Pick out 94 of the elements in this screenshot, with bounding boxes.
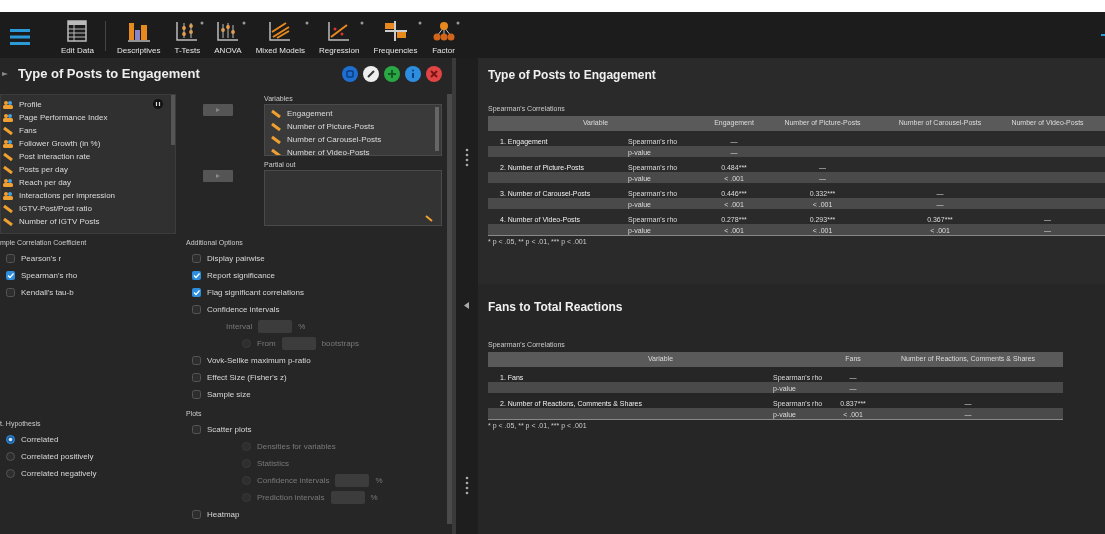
people-icon [3,113,13,122]
variable-item[interactable]: Engagement [271,107,441,120]
option-label: Correlated [21,433,59,446]
toolbar-button[interactable]: Factor [424,20,463,55]
drag-handle-icon[interactable] [465,476,469,495]
variable-item[interactable]: Number of Carousel-Posts [271,133,441,146]
option-label: Confidence intervals [257,474,330,487]
scrollbar[interactable] [435,107,439,151]
unit-label: % [370,491,378,504]
checkbox[interactable] [192,356,201,365]
option-label: Densities for variables [257,440,336,453]
line-chart-icon [268,20,293,42]
variable-item[interactable]: Number of Video-Posts [271,146,441,155]
variable-item[interactable]: Post interaction rate [3,150,175,163]
dash-icon [1101,34,1105,36]
option-label: Statistics [257,457,289,470]
variable-item[interactable]: IGTV-Post/Post ratio [3,202,175,215]
checked-checkbox[interactable] [192,271,201,280]
unit-label: bootstraps [321,337,360,350]
drag-handle-icon[interactable] [465,148,469,167]
people-icon [3,178,13,187]
checkbox[interactable] [192,254,201,263]
toolbar-button[interactable]: T-Tests [167,20,208,55]
variable-item[interactable]: Posts per day [3,163,175,176]
results-title: Fans to Total Reactions [488,299,624,316]
variable-item[interactable]: Follower Growth (in %) [3,137,175,150]
dot-plot-icon [175,20,200,42]
edit-icon[interactable] [363,66,379,82]
option-label: Report significance [207,269,276,282]
option-label: Interval [226,320,253,333]
people-icon [3,100,13,109]
add-icon[interactable] [384,66,400,82]
copy-icon[interactable] [342,66,358,82]
option-label: Pearson's r [21,252,62,265]
variable-item[interactable]: Number of Picture-Posts [271,120,441,133]
toolbar-button[interactable]: Edit Data [54,20,101,55]
node-tree-icon [431,20,456,42]
option-label: Flag significant correlations [207,286,304,299]
people-icon [3,191,13,200]
option-label: Scatter plots [207,423,252,436]
people-icon [3,139,13,148]
results-title: Type of Posts to Engagement [488,67,657,84]
regression-icon [327,20,352,42]
ruler-icon [3,126,13,135]
toolbar-button[interactable]: Regression [312,20,367,55]
scrollbar[interactable] [447,94,452,524]
table-icon [65,20,90,42]
option-label: Confidence intervals [207,303,280,316]
collapse-arrow-icon[interactable] [464,302,469,309]
option-label: Correlated negatively [21,467,97,480]
checked-checkbox[interactable] [192,288,201,297]
option-label: Vovk-Sellke maximum p-ratio [207,354,311,367]
variable-item[interactable]: Number of IGTV Posts [3,215,175,228]
toolbar-button[interactable]: ANOVA [207,20,249,55]
option-label: From [257,337,276,350]
bar-chart-icon [126,20,151,42]
option-label: Spearman's rho [21,269,78,282]
analysis-title: Type of Posts to Engagement [18,65,201,84]
checkbox[interactable] [192,425,201,434]
radio-button[interactable] [6,452,15,461]
scrollbar[interactable] [171,95,175,145]
toolbar-button[interactable]: Frequencies [366,20,425,55]
close-icon[interactable] [426,66,442,82]
radio-button[interactable] [6,469,15,478]
dot-plot-icon [215,20,240,42]
collapse-arrow-icon[interactable] [2,71,8,77]
unit-label: % [375,474,383,487]
checkbox[interactable] [6,288,15,297]
checkbox[interactable] [192,510,201,519]
toolbar-button[interactable]: Mixed Models [248,20,313,55]
variable-item[interactable]: Reach per day [3,176,175,189]
variable-item[interactable]: Profile [3,98,175,111]
toolbar-button[interactable]: Descriptives [109,20,168,55]
option-label: Heatmap [207,508,240,521]
variable-item[interactable]: Interactions per impression [3,189,175,202]
option-label: Kendall's tau-b [21,286,74,299]
option-label: Sample size [207,388,251,401]
radio-button[interactable] [6,435,15,444]
option-label: Display pairwise [207,252,265,265]
variable-item[interactable]: Page Performance Index [3,111,175,124]
checked-checkbox[interactable] [6,271,15,280]
menu-icon[interactable] [10,29,30,45]
ruler-icon [425,215,433,222]
info-icon[interactable] [405,66,421,82]
checkbox[interactable] [192,373,201,382]
option-label: Correlated positively [21,450,94,463]
option-label: Prediction intervals [257,491,325,504]
checkbox[interactable] [6,254,15,263]
unit-label: % [298,320,306,333]
crosstab-icon [383,20,408,42]
checkbox[interactable] [192,390,201,399]
checkbox[interactable] [192,305,201,314]
variable-item[interactable]: Fans [3,124,175,137]
option-label: Effect Size (Fisher's z) [207,371,287,384]
